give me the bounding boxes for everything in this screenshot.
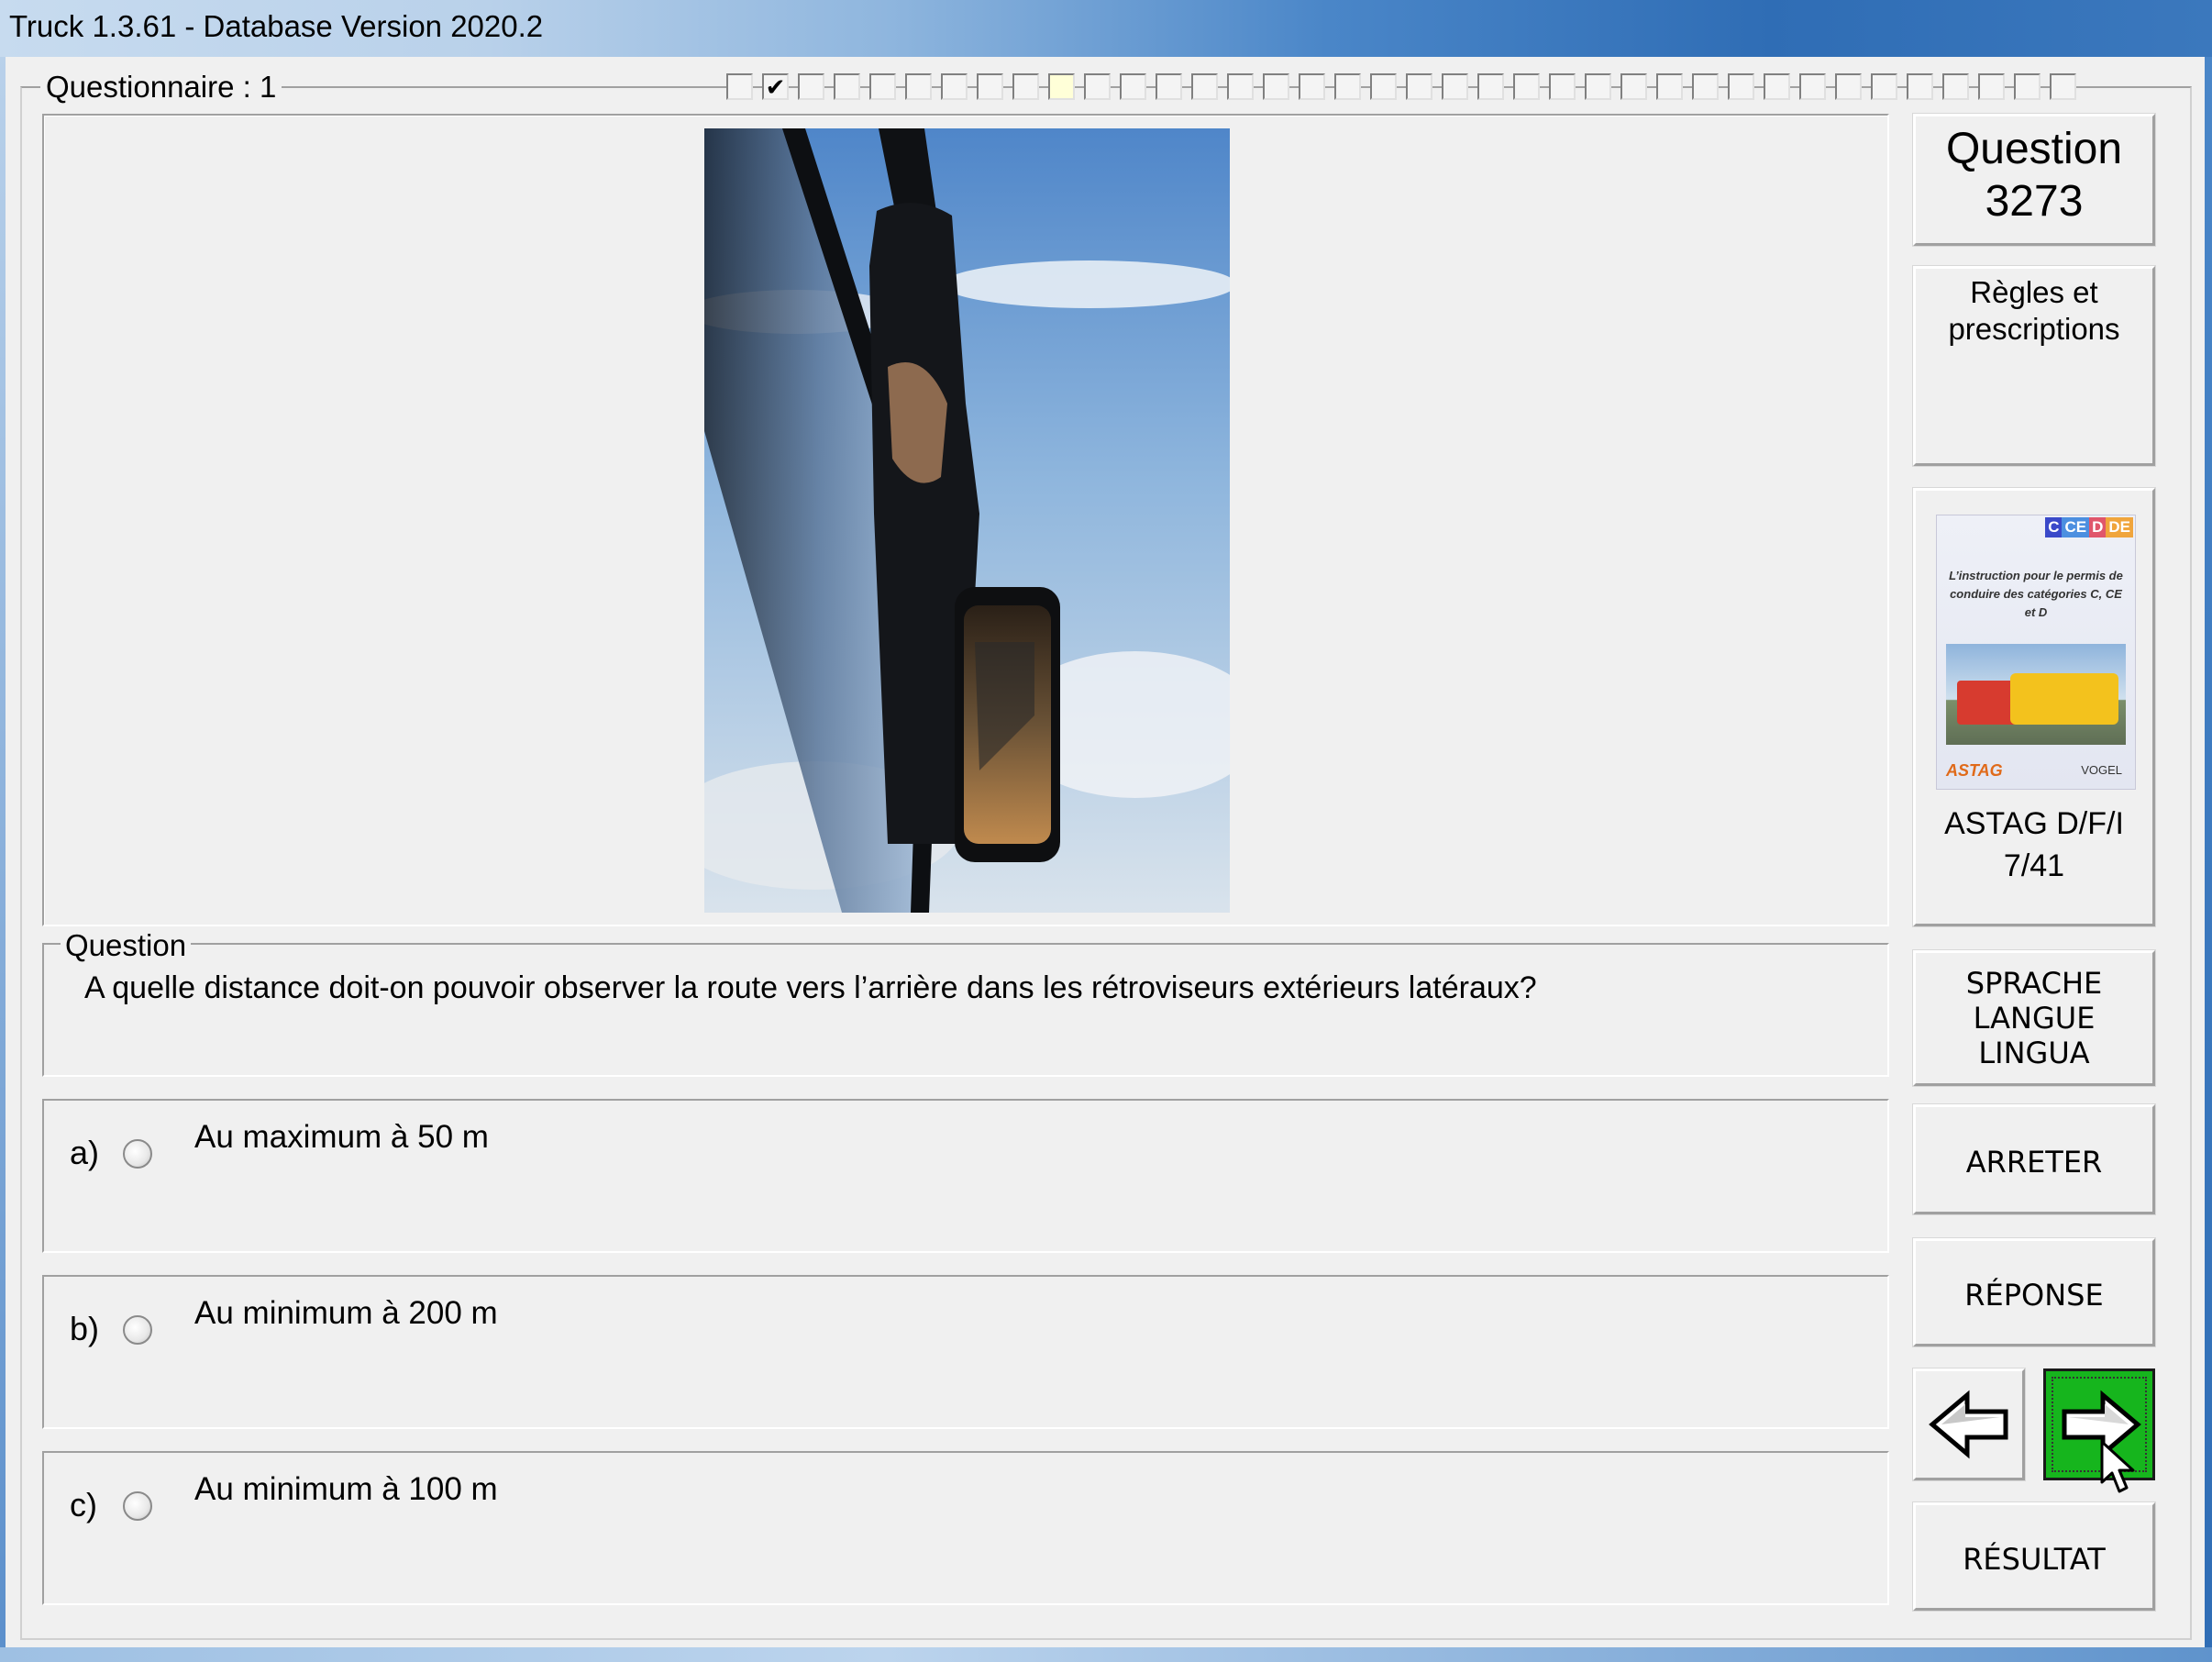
language-button-line-2: LANGUE: [1973, 1001, 2096, 1036]
language-button-line-1: SPRACHE: [1965, 966, 2103, 1001]
book-source-line-1: ASTAG D/F/I: [1944, 806, 2124, 841]
window-frame-bottom: [0, 1647, 2212, 1662]
window-title: Truck 1.3.61 - Database Version 2020.2: [9, 9, 544, 43]
book-category-badge: C: [2045, 517, 2063, 537]
mouse-cursor-icon: [2100, 1440, 2135, 1493]
question-number-box: Question 3273: [1912, 113, 2156, 247]
progress-box[interactable]: [1764, 73, 1790, 100]
progress-box[interactable]: [941, 73, 968, 100]
progress-box[interactable]: [1871, 73, 1897, 100]
book-cover-image: C CE D DE L’instruction pour le permis de c…: [1936, 515, 2136, 790]
answer-radio-c[interactable]: [123, 1491, 152, 1521]
progress-box[interactable]: [1227, 73, 1254, 100]
question-box: [42, 943, 1889, 1077]
progress-box[interactable]: [869, 73, 896, 100]
topic-line-1: Règles et: [1970, 275, 2098, 309]
stop-button[interactable]: ARRETER: [1912, 1103, 2156, 1215]
progress-box[interactable]: [2050, 73, 2076, 100]
progress-box[interactable]: [1084, 73, 1111, 100]
answer-button[interactable]: RÉPONSE: [1912, 1237, 2156, 1347]
answer-text: Au maximum à 50 m: [194, 1119, 489, 1155]
source-book-box: C CE D DE L’instruction pour le permis de c…: [1912, 487, 2156, 927]
book-categories: C CE D DE: [2045, 517, 2133, 537]
book-source-line-2: 7/41: [2003, 848, 2065, 883]
book-category-badge: DE: [2106, 517, 2133, 537]
progress-box[interactable]: [1942, 73, 1969, 100]
window-frame-right: [2205, 57, 2212, 1662]
book-cover-text: L’instruction pour le permis de conduire…: [1949, 569, 2123, 619]
question-progress-boxes: ✔: [726, 73, 2076, 101]
answer-radio-a[interactable]: [123, 1139, 152, 1169]
progress-box[interactable]: [2014, 73, 2041, 100]
progress-box[interactable]: [1835, 73, 1862, 100]
book-category-badge: D: [2089, 517, 2107, 537]
progress-box[interactable]: [1370, 73, 1397, 100]
progress-box[interactable]: [1120, 73, 1146, 100]
book-logo-right: VOGEL: [2081, 763, 2122, 777]
answer-letter: c): [70, 1486, 97, 1524]
progress-box[interactable]: [1978, 73, 2005, 100]
progress-box[interactable]: [1406, 73, 1432, 100]
progress-box[interactable]: [1334, 73, 1361, 100]
progress-box[interactable]: [834, 73, 860, 100]
book-source: ASTAG D/F/I 7/41: [1916, 803, 2152, 887]
window-frame-left: [0, 57, 6, 1662]
progress-box[interactable]: [1620, 73, 1647, 100]
progress-box[interactable]: [1656, 73, 1683, 100]
bus-shape: [2010, 673, 2118, 725]
progress-box[interactable]: [726, 73, 753, 100]
question-number-label: Question: [1945, 125, 2123, 173]
window-title-bar[interactable]: Truck 1.3.61 - Database Version 2020.2: [0, 0, 2212, 57]
answer-option-a[interactable]: a) Au maximum à 50 m: [42, 1099, 1889, 1253]
answer-letter: a): [70, 1134, 100, 1171]
answer-text: Au minimum à 100 m: [194, 1471, 498, 1507]
progress-box[interactable]: [1299, 73, 1325, 100]
truck-side-mirror-photo: [704, 128, 1230, 913]
progress-box-answered[interactable]: ✔: [762, 73, 789, 100]
progress-box[interactable]: [1907, 73, 1933, 100]
progress-box[interactable]: [798, 73, 824, 100]
progress-box[interactable]: [1012, 73, 1039, 100]
result-button[interactable]: RÉSULTAT: [1912, 1501, 2156, 1612]
answer-option-b[interactable]: b) Au minimum à 200 m: [42, 1275, 1889, 1429]
progress-box[interactable]: [905, 73, 932, 100]
progress-box[interactable]: [1799, 73, 1826, 100]
arrow-left-icon: [1929, 1390, 2008, 1459]
answer-radio-b[interactable]: [123, 1315, 152, 1345]
book-logo-left: ASTAG: [1946, 761, 2003, 780]
progress-box[interactable]: [1728, 73, 1754, 100]
progress-box[interactable]: [1549, 73, 1576, 100]
questionnaire-label: Questionnaire : 1: [40, 70, 282, 105]
language-button[interactable]: SPRACHE LANGUE LINGUA: [1912, 949, 2156, 1087]
question-text: A quelle distance doit-on pouvoir observ…: [84, 970, 1537, 1005]
answer-letter: b): [70, 1310, 100, 1347]
progress-box[interactable]: [1513, 73, 1540, 100]
progress-box[interactable]: [1156, 73, 1182, 100]
previous-button[interactable]: [1912, 1368, 2026, 1481]
answer-option-c[interactable]: c) Au minimum à 100 m: [42, 1451, 1889, 1605]
book-cover-vehicles-image: [1946, 644, 2126, 745]
next-button[interactable]: [2043, 1368, 2155, 1480]
topic-box: Règles et prescriptions: [1912, 265, 2156, 467]
progress-box[interactable]: [1263, 73, 1289, 100]
progress-box[interactable]: [1442, 73, 1468, 100]
progress-box[interactable]: [1692, 73, 1719, 100]
answer-text: Au minimum à 200 m: [194, 1295, 498, 1331]
progress-box[interactable]: [1048, 73, 1075, 100]
progress-box[interactable]: [1585, 73, 1611, 100]
question-box-label: Question: [61, 928, 192, 963]
language-button-line-3: LINGUA: [1978, 1036, 2090, 1070]
progress-box[interactable]: [1477, 73, 1504, 100]
question-number: 3273: [1985, 177, 2084, 226]
topic-line-2: prescriptions: [1948, 312, 2120, 346]
progress-box[interactable]: [1191, 73, 1218, 100]
book-category-badge: CE: [2062, 517, 2090, 537]
progress-box[interactable]: [977, 73, 1003, 100]
